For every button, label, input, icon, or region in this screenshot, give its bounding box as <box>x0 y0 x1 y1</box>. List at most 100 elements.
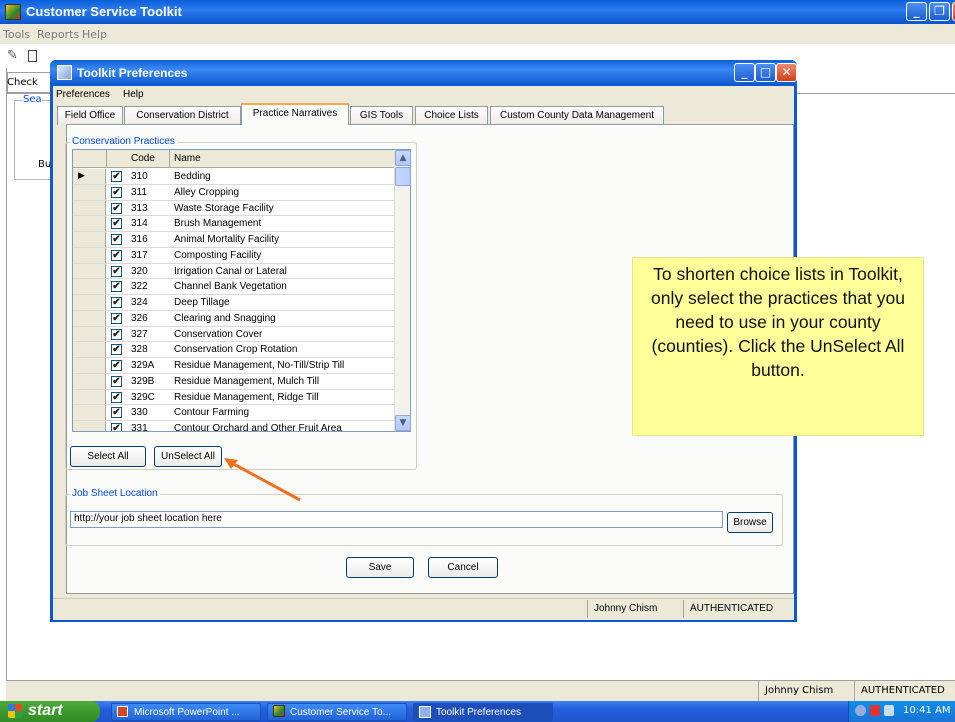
table-row[interactable]: ✔ 320 Irrigation Canal or Lateral <box>73 263 395 280</box>
row-selector[interactable] <box>73 295 106 310</box>
dialog-maximize-icon[interactable]: □ <box>755 63 776 82</box>
row-selector[interactable] <box>73 200 106 216</box>
row-selector[interactable] <box>73 421 106 431</box>
practice-name: Residue Management, Mulch Till <box>174 375 320 387</box>
taskbar-item-toolkit-preferences[interactable]: Toolkit Preferences <box>413 703 553 721</box>
table-row[interactable]: ✔ 322 Channel Bank Vegetation <box>73 279 395 295</box>
row-selector[interactable] <box>73 247 106 263</box>
tab-gis-tools[interactable]: GIS Tools <box>350 106 413 125</box>
shield-icon[interactable] <box>870 705 880 716</box>
row-selector[interactable] <box>73 326 106 342</box>
practice-name: Channel Bank Vegetation <box>174 281 287 293</box>
tab-custom-county-data-management[interactable]: Custom County Data Management <box>490 106 664 125</box>
table-row[interactable]: ✔ 327 Conservation Cover <box>73 326 395 343</box>
menu-help[interactable]: Help <box>123 89 144 100</box>
practice-checkbox[interactable]: ✔ <box>111 391 122 403</box>
table-row[interactable]: ✔ 317 Composting Facility <box>73 247 395 264</box>
practice-checkbox[interactable]: ✔ <box>111 328 122 340</box>
taskbar-item-customer-service[interactable]: Customer Service To... <box>267 703 407 721</box>
table-row[interactable]: ✔ 329C Residue Management, Ridge Till <box>73 389 395 406</box>
row-selector[interactable] <box>73 216 106 231</box>
practice-checkbox[interactable]: ✔ <box>111 407 122 419</box>
practice-code: 329C <box>131 391 155 403</box>
wrench-icon[interactable]: ✎ <box>7 48 18 63</box>
practice-checkbox[interactable]: ✔ <box>111 202 122 214</box>
row-selector[interactable] <box>73 263 106 279</box>
tab-field-office[interactable]: Field Office <box>57 106 123 125</box>
save-button[interactable]: Save <box>346 557 414 578</box>
row-selector[interactable] <box>73 358 106 373</box>
practice-name: Animal Mortality Facility <box>174 234 280 245</box>
practice-checkbox[interactable]: ✔ <box>111 171 122 182</box>
practice-code: 314 <box>131 218 148 230</box>
grid-scrollbar[interactable]: ▲ ▼ <box>394 150 411 431</box>
practice-checkbox[interactable]: ✔ <box>111 312 122 324</box>
column-header-name[interactable]: Name <box>174 153 201 164</box>
practices-grid[interactable]: Code Name ▶ ✔ 310 Bedding ✔ 311 Alley Cropping… <box>72 149 411 432</box>
practice-checkbox[interactable]: ✔ <box>111 423 122 431</box>
practice-name: Conservation Cover <box>174 328 263 340</box>
table-row[interactable]: ✔ 331 Contour Orchard and Other Fruit Area <box>73 421 395 431</box>
practice-checkbox[interactable]: ✔ <box>111 344 122 356</box>
practice-name: Alley Cropping <box>174 186 240 198</box>
practice-checkbox[interactable]: ✔ <box>111 265 122 277</box>
practice-code: 310 <box>131 171 148 182</box>
select-all-button[interactable]: Select All <box>70 446 146 467</box>
start-button[interactable]: start <box>0 701 100 722</box>
volume-icon[interactable] <box>884 705 894 716</box>
taskbar-item-powerpoint[interactable]: Microsoft PowerPoint ... <box>111 703 261 721</box>
row-selector[interactable] <box>73 310 106 326</box>
dialog-close-icon[interactable]: ✕ <box>776 63 797 82</box>
network-icon[interactable] <box>855 705 866 716</box>
browse-button[interactable]: Browse <box>727 512 773 533</box>
practice-checkbox[interactable]: ✔ <box>111 375 122 387</box>
table-row[interactable]: ✔ 316 Animal Mortality Facility <box>73 232 395 248</box>
practice-checkbox[interactable]: ✔ <box>111 218 122 230</box>
restore-icon[interactable]: ❐ <box>929 2 950 21</box>
menu-help[interactable]: Help <box>82 28 107 41</box>
row-selector[interactable] <box>73 389 106 405</box>
practice-checkbox[interactable]: ✔ <box>111 360 122 371</box>
table-row[interactable]: ✔ 329B Residue Management, Mulch Till <box>73 373 395 390</box>
table-row[interactable]: ✔ 328 Conservation Crop Rotation <box>73 342 395 358</box>
table-row[interactable]: ✔ 311 Alley Cropping <box>73 184 395 201</box>
table-row[interactable]: ✔ 330 Contour Farming <box>73 405 395 421</box>
row-selector[interactable] <box>73 184 106 200</box>
tab-conservation-district[interactable]: Conservation District <box>124 106 241 125</box>
practice-code: 313 <box>131 202 148 214</box>
table-row[interactable]: ✔ 329A Residue Management, No-Till/Strip T… <box>73 358 395 374</box>
table-row[interactable]: ▶ ✔ 310 Bedding <box>73 169 395 185</box>
row-selector[interactable] <box>73 373 106 389</box>
conservation-practices-label: Conservation Practices <box>70 136 177 147</box>
practice-checkbox[interactable]: ✔ <box>111 281 122 293</box>
unselect-all-button[interactable]: UnSelect All <box>154 446 222 467</box>
minimize-icon[interactable]: _ <box>906 2 927 21</box>
scroll-down-icon[interactable]: ▼ <box>395 415 411 431</box>
menu-reports[interactable]: Reports <box>37 28 79 41</box>
row-selector[interactable] <box>73 279 106 294</box>
row-selector[interactable] <box>73 232 106 247</box>
new-document-icon[interactable] <box>28 50 37 62</box>
table-row[interactable]: ✔ 313 Waste Storage Facility <box>73 200 395 217</box>
table-row[interactable]: ✔ 314 Brush Management <box>73 216 395 232</box>
dialog-minimize-icon[interactable]: _ <box>734 63 755 82</box>
menu-preferences[interactable]: Preferences <box>56 89 110 100</box>
row-selector[interactable] <box>73 342 106 357</box>
practice-checkbox[interactable]: ✔ <box>111 297 122 308</box>
tab-choice-lists[interactable]: Choice Lists <box>415 106 488 125</box>
row-selector[interactable] <box>73 405 106 420</box>
scroll-up-icon[interactable]: ▲ <box>395 150 411 166</box>
scroll-thumb[interactable] <box>395 167 411 186</box>
cancel-button[interactable]: Cancel <box>428 557 498 578</box>
job-sheet-path-input[interactable]: http://your job sheet location here <box>70 511 723 528</box>
column-header-code[interactable]: Code <box>131 153 155 164</box>
row-selector[interactable]: ▶ <box>73 169 106 184</box>
menu-tools[interactable]: Tools <box>3 28 30 41</box>
table-row[interactable]: ✔ 324 Deep Tillage <box>73 295 395 311</box>
practice-checkbox[interactable]: ✔ <box>111 249 122 261</box>
table-row[interactable]: ✔ 326 Clearing and Snagging <box>73 310 395 327</box>
practice-checkbox[interactable]: ✔ <box>111 234 122 245</box>
tab-practice-narratives[interactable]: Practice Narratives <box>241 103 349 125</box>
dialog-title: Toolkit Preferences <box>77 66 188 80</box>
practice-checkbox[interactable]: ✔ <box>111 186 122 198</box>
